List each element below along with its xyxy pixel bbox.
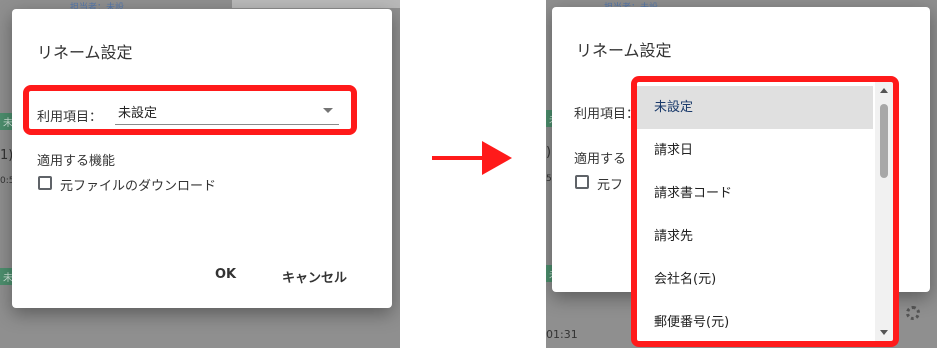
right-arrow-icon	[482, 141, 512, 175]
ok-button[interactable]: OK	[215, 267, 236, 282]
dialog-title: リネーム設定	[37, 43, 133, 62]
arrow-shaft	[432, 156, 484, 160]
checkbox-label: 元ファイルのダウンロード	[60, 179, 217, 194]
background-strip	[232, 0, 400, 8]
rename-settings-dialog: リネーム設定 利用項目： 未設定 適用する機能 元ファイルのダウンロード OK …	[12, 9, 392, 308]
download-original-checkbox[interactable]	[38, 176, 52, 190]
field-label-usage-item: 利用項目：	[574, 107, 640, 122]
checkbox-label: 元フ	[597, 178, 624, 193]
highlight-box-dropdown	[631, 76, 899, 347]
background-time: 01:31	[546, 328, 578, 341]
cancel-button[interactable]: キャンセル	[282, 267, 347, 286]
background-text: )	[546, 145, 552, 160]
highlight-box-select	[23, 85, 357, 135]
download-original-checkbox[interactable]	[575, 175, 589, 189]
gear-icon	[906, 306, 920, 320]
before-screenshot: 担当者：未設 未確 1) 0:5 未確 リネーム設定 利用項目： 未設定 適用す…	[0, 0, 400, 348]
background-time: 5	[546, 174, 552, 184]
section-label-apply-features: 適用する	[574, 152, 627, 167]
section-label-apply-features: 適用する機能	[37, 154, 116, 169]
dialog-title: リネーム設定	[576, 41, 672, 60]
